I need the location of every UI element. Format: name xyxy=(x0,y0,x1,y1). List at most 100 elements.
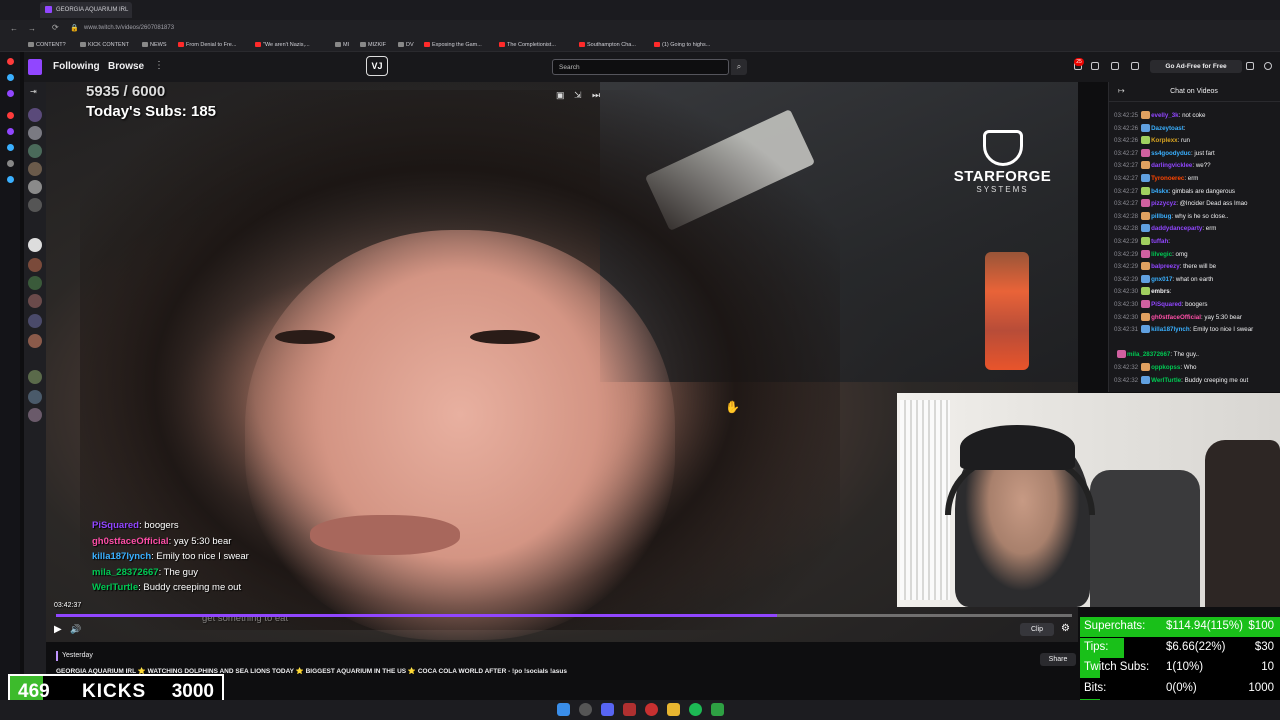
bookmark-item[interactable]: The Completionist... xyxy=(499,42,556,48)
channel-avatar[interactable] xyxy=(28,390,42,404)
url-text[interactable]: www.twitch.tv/videos/2607081873 xyxy=(84,25,174,31)
chat-message[interactable]: 03:42:28 pillbug: why is he so close.. xyxy=(1114,211,1278,220)
channel-avatar[interactable] xyxy=(28,238,42,252)
channel-avatar[interactable] xyxy=(28,314,42,328)
seek-bar[interactable] xyxy=(56,614,1072,617)
chrome-icon[interactable] xyxy=(645,703,658,716)
chat-username[interactable]: darlingvicklee xyxy=(1151,162,1192,169)
chat-message[interactable] xyxy=(1114,338,1278,345)
channel-avatar[interactable] xyxy=(28,258,42,272)
xbox-icon[interactable] xyxy=(711,703,724,716)
channel-avatar[interactable] xyxy=(28,108,42,122)
sidebar-app-icon[interactable] xyxy=(7,160,14,167)
chat-username[interactable]: ss4goodyduc xyxy=(1151,150,1191,157)
search-icon[interactable]: ⌕ xyxy=(731,59,747,75)
nav-following-link[interactable]: Following xyxy=(53,61,100,72)
chat-message[interactable]: 03:42:26 Dazeytoast: xyxy=(1114,123,1278,132)
chat-message[interactable]: 03:42:30 PiSquared: boogers xyxy=(1114,300,1278,308)
chat-message[interactable]: 03:42:28 daddydanceparty: erm xyxy=(1114,224,1278,233)
chat-username[interactable]: mila_28372667 xyxy=(1127,351,1170,358)
bookmark-item[interactable]: MI xyxy=(335,42,349,48)
chat-message[interactable]: 03:42:25 evelly_3k: not coke xyxy=(1114,111,1278,119)
bookmark-item[interactable]: CONTENT? xyxy=(28,42,66,48)
crown-icon[interactable] xyxy=(1131,62,1139,70)
inbox-icon[interactable] xyxy=(1091,62,1099,70)
chat-message[interactable]: 03:42:27 ss4goodyduc: just fart xyxy=(1114,148,1278,157)
chat-username[interactable]: tuffah xyxy=(1151,238,1168,245)
chat-message[interactable]: 03:42:27 Tyronoerec: erm xyxy=(1114,174,1278,182)
chat-message[interactable]: 03:42:26 Korplexx: run xyxy=(1114,136,1278,145)
share-button[interactable]: Share xyxy=(1040,653,1076,666)
more-menu-icon[interactable]: ⋮ xyxy=(154,60,164,71)
popout-icon[interactable]: ⇲ xyxy=(574,90,582,101)
expand-rail-icon[interactable]: ⇥ xyxy=(30,87,37,96)
sidebar-app-icon[interactable] xyxy=(7,90,14,97)
channel-avatar[interactable] xyxy=(28,198,42,212)
extension-icon[interactable] xyxy=(1246,62,1254,70)
chat-username[interactable]: evelly_3k xyxy=(1151,112,1179,119)
search-input[interactable]: Search xyxy=(552,59,729,75)
chat-message[interactable]: 03:42:27 darlingvicklee: we?? xyxy=(1114,161,1278,170)
bookmark-item[interactable]: From Denial to Fre... xyxy=(178,42,236,48)
sidebar-app-icon[interactable] xyxy=(7,176,14,183)
channel-avatar[interactable] xyxy=(28,126,42,140)
chat-username[interactable]: killa187lynch xyxy=(1151,326,1190,333)
channel-avatar[interactable] xyxy=(28,162,42,176)
chat-username[interactable]: gnx017 xyxy=(1151,276,1172,283)
sidebar-app-icon[interactable] xyxy=(7,128,14,135)
chat-message[interactable]: 03:42:30 gh0stfaceOfficial: yay 5:30 bear xyxy=(1114,312,1278,321)
chat-username[interactable]: oppkopss xyxy=(1151,364,1180,371)
channel-avatar[interactable] xyxy=(28,276,42,290)
channel-avatar[interactable] xyxy=(28,370,42,384)
chat-username[interactable]: WerlTurtle xyxy=(1151,377,1181,384)
bookmark-item[interactable]: Southampton Cha... xyxy=(579,42,636,48)
chat-username[interactable]: embrs xyxy=(1151,288,1170,295)
channel-avatar[interactable] xyxy=(28,180,42,194)
reload-icon[interactable]: ⟳ xyxy=(52,23,59,32)
spotify-icon[interactable] xyxy=(689,703,702,716)
search-taskbar-icon[interactable] xyxy=(579,703,592,716)
ad-free-button[interactable]: Go Ad-Free for Free xyxy=(1150,60,1242,73)
bookmark-item[interactable]: (1) Going to highs... xyxy=(654,42,710,48)
whispers-icon[interactable] xyxy=(1111,62,1119,70)
channel-avatar[interactable] xyxy=(28,294,42,308)
chat-message[interactable]: 03:42:32 oppkopss: Who xyxy=(1114,363,1278,371)
chat-username[interactable]: lilvegic xyxy=(1151,251,1172,258)
browser-tab-active[interactable]: GEORGIA AQUARIUM IRL xyxy=(40,2,132,18)
address-bar[interactable] xyxy=(0,20,1280,38)
start-icon[interactable] xyxy=(557,703,570,716)
avatar[interactable] xyxy=(1264,62,1272,70)
play-icon[interactable]: ▶ xyxy=(54,624,62,635)
clip-button[interactable]: Clip xyxy=(1020,623,1054,636)
chat-message[interactable]: 03:42:31 killa187lynch: Emily too nice I … xyxy=(1114,325,1278,334)
chat-username[interactable]: Dazeytoast xyxy=(1151,125,1184,132)
chat-message[interactable]: 03:42:29 gnx017: what on earth xyxy=(1114,274,1278,283)
bookmark-item[interactable]: Exposing the Gam... xyxy=(424,42,482,48)
chat-message[interactable]: 03:42:32 WerlTurtle: Buddy creeping me ou… xyxy=(1114,375,1278,384)
bookmark-item[interactable]: NEWS xyxy=(142,42,167,48)
theatre-mode-icon[interactable]: ▣ xyxy=(556,90,565,101)
chat-message[interactable]: 03:42:29 tuffah: xyxy=(1114,237,1278,245)
chat-username[interactable]: b4skx xyxy=(1151,188,1169,195)
settings-gear-icon[interactable]: ⚙ xyxy=(1061,623,1070,634)
skip-forward-icon[interactable]: ⏭ xyxy=(592,90,600,101)
chat-message[interactable]: 03:42:29 lilvegic: omg xyxy=(1114,249,1278,258)
channel-avatar[interactable] xyxy=(28,144,42,158)
chat-username[interactable]: Tyronoerec xyxy=(1151,175,1184,182)
discord-icon[interactable] xyxy=(601,703,614,716)
twitch-logo-icon[interactable] xyxy=(28,59,42,75)
opera-icon[interactable] xyxy=(623,703,636,716)
sidebar-app-icon[interactable] xyxy=(7,58,14,65)
channel-avatar[interactable] xyxy=(28,334,42,348)
chat-username[interactable]: PiSquared xyxy=(1151,301,1182,308)
collapse-chat-icon[interactable]: ↦ xyxy=(1118,86,1125,95)
sidebar-app-icon[interactable] xyxy=(7,144,14,151)
forward-icon[interactable]: → xyxy=(28,24,36,33)
chat-username[interactable]: pizzycyz xyxy=(1151,200,1176,207)
bookmark-item[interactable]: DV xyxy=(398,42,414,48)
chat-message[interactable]: 03:42:30 embrs: xyxy=(1114,287,1278,296)
sidebar-app-icon[interactable] xyxy=(7,112,14,119)
sidebar-app-icon[interactable] xyxy=(7,74,14,81)
chat-message[interactable]: 03:42:27 b4skx: gimbals are dangerous xyxy=(1114,186,1278,195)
chat-message[interactable]: 03:42:27 pizzycyz: @Incider Dead ass lmao xyxy=(1114,199,1278,208)
